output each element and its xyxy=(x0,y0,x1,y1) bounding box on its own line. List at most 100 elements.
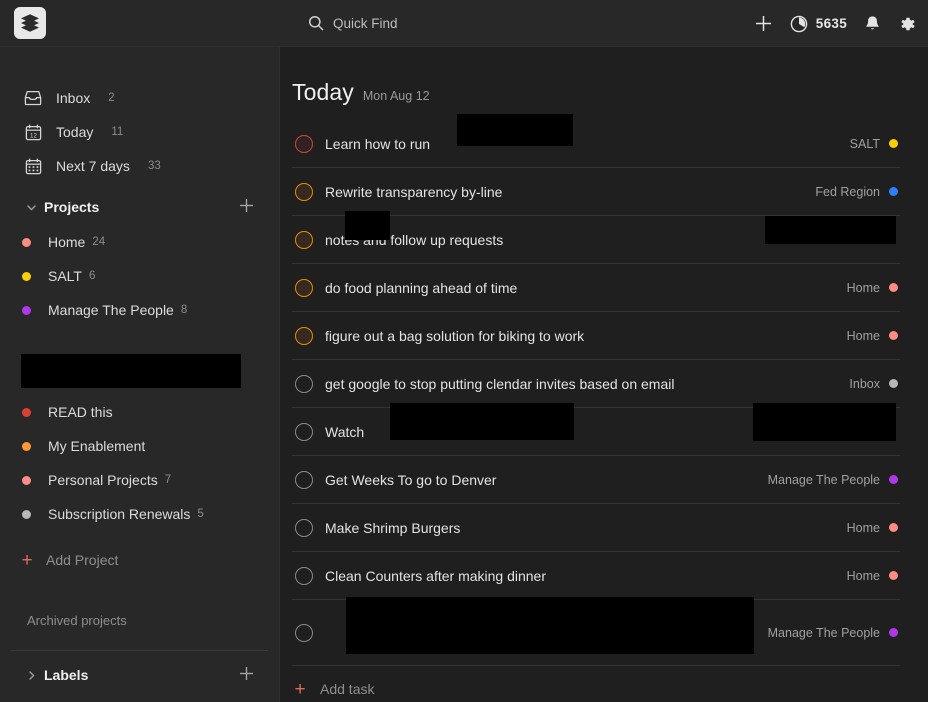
task-project-meta[interactable]: Manage The People xyxy=(768,473,900,487)
project-label: Personal Projects xyxy=(48,472,158,488)
task-checkbox[interactable] xyxy=(295,134,313,153)
bell-icon[interactable] xyxy=(864,15,881,33)
redaction-sidebar-project xyxy=(21,354,241,388)
karma-circle-icon xyxy=(790,15,808,33)
quick-find-input[interactable]: Quick Find xyxy=(308,15,398,31)
project-color-dot xyxy=(22,271,31,281)
add-task-button[interactable]: + Add task xyxy=(280,666,900,702)
task-checkbox[interactable] xyxy=(295,623,313,642)
task-project-color-dot xyxy=(889,187,898,196)
task-checkbox[interactable] xyxy=(295,374,313,393)
add-task-label: Add task xyxy=(320,681,375,697)
project-label: SALT xyxy=(48,268,82,284)
labels-section-title: Labels xyxy=(44,667,89,683)
task-project-meta[interactable]: Fed Region xyxy=(815,185,900,199)
archived-projects-link[interactable]: Archived projects xyxy=(0,605,279,635)
add-project-button[interactable]: + Add Project xyxy=(0,543,279,577)
sidebar-item-today[interactable]: 12 Today 11 xyxy=(0,115,279,149)
project-label: My Enablement xyxy=(48,438,146,454)
project-color-dot xyxy=(22,509,31,519)
task-checkbox[interactable] xyxy=(295,326,313,345)
task-project-color-dot xyxy=(889,283,898,292)
chevron-right-icon[interactable] xyxy=(18,669,44,682)
sidebar-project-item[interactable]: SALT 6 xyxy=(0,259,279,293)
sidebar-item-label: Today xyxy=(56,124,94,140)
task-checkbox[interactable] xyxy=(295,422,313,441)
task-row[interactable]: do food planning ahead of time Home xyxy=(292,264,900,312)
task-project-color-dot xyxy=(889,628,898,637)
task-project-color-dot xyxy=(889,523,898,532)
task-checkbox[interactable] xyxy=(295,230,313,249)
page-subtitle-date: Mon Aug 12 xyxy=(362,89,430,103)
task-project-meta[interactable]: Home xyxy=(847,329,900,343)
task-project-meta[interactable]: Home xyxy=(847,521,900,535)
redaction-task-3-prefix xyxy=(345,211,390,240)
plus-icon: + xyxy=(294,678,306,700)
task-title: figure out a bag solution for biking to … xyxy=(325,327,585,344)
search-icon xyxy=(308,15,324,31)
sidebar-project-item[interactable]: Manage The People 8 xyxy=(0,293,279,327)
archived-projects-label: Archived projects xyxy=(27,612,127,628)
projects-section-header[interactable]: Projects xyxy=(0,189,279,225)
task-row[interactable]: Clean Counters after making dinner Home xyxy=(292,552,900,600)
sidebar-item-inbox[interactable]: Inbox 2 xyxy=(0,81,279,115)
task-project-meta[interactable]: SALT xyxy=(850,137,900,151)
svg-text:12: 12 xyxy=(30,132,37,139)
plus-icon: + xyxy=(21,549,33,571)
sidebar-item-next-7-days[interactable]: Next 7 days 33 xyxy=(0,149,279,183)
add-project-label: Add Project xyxy=(46,552,119,568)
task-project-label: Home xyxy=(846,520,880,535)
task-project-meta[interactable]: Home xyxy=(847,569,900,583)
todoist-app-window: Quick Find 5635 Inbox 2 12 Today 11 Next… xyxy=(0,0,928,702)
task-project-color-dot xyxy=(889,475,898,484)
sidebar-project-item[interactable]: READ this xyxy=(0,395,279,429)
quick-find-label: Quick Find xyxy=(333,15,398,31)
task-checkbox[interactable] xyxy=(295,278,313,297)
task-row[interactable]: Rewrite transparency by-line Fed Region xyxy=(292,168,900,216)
todoist-logo-icon[interactable] xyxy=(14,7,46,39)
task-row[interactable]: get google to stop putting clendar invit… xyxy=(292,360,900,408)
plus-icon[interactable] xyxy=(754,14,773,33)
inbox-icon xyxy=(22,90,44,106)
task-project-label: SALT xyxy=(849,136,880,151)
add-project-plus-icon[interactable] xyxy=(236,195,257,220)
sidebar-item-label: Inbox xyxy=(56,90,91,106)
project-color-dot xyxy=(22,475,31,485)
task-project-color-dot xyxy=(889,571,898,580)
sidebar-project-item[interactable]: Home 24 xyxy=(0,225,279,259)
page-header: Today Mon Aug 12 xyxy=(280,47,900,120)
task-row[interactable]: Get Weeks To go to Denver Manage The Peop… xyxy=(292,456,900,504)
chevron-down-icon[interactable] xyxy=(18,201,44,214)
task-checkbox[interactable] xyxy=(295,470,313,489)
project-color-dot xyxy=(22,305,31,315)
calendar-week-icon xyxy=(22,158,44,175)
task-project-meta[interactable]: Home xyxy=(847,281,900,295)
sidebar-project-item[interactable]: Subscription Renewals 5 xyxy=(0,497,279,531)
task-row[interactable]: Learn how to run SALT xyxy=(292,120,900,168)
task-title: Rewrite transparency by-line xyxy=(325,183,503,200)
task-checkbox[interactable] xyxy=(295,566,313,585)
task-row[interactable]: Make Shrimp Burgers Home xyxy=(292,504,900,552)
sidebar-project-item[interactable]: Personal Projects 7 xyxy=(0,463,279,497)
labels-section-header[interactable]: Labels xyxy=(0,657,279,693)
task-project-label: Inbox xyxy=(849,376,880,391)
project-count: 5 xyxy=(197,508,204,520)
karma-button[interactable]: 5635 xyxy=(790,15,847,33)
task-checkbox[interactable] xyxy=(295,518,313,537)
calendar-day-icon: 12 xyxy=(22,124,44,141)
task-checkbox[interactable] xyxy=(295,182,313,201)
sidebar-item-label: Next 7 days xyxy=(56,158,130,174)
top-bar-actions: 5635 xyxy=(754,0,916,47)
gear-icon[interactable] xyxy=(898,15,916,33)
project-color-dot xyxy=(22,407,31,417)
task-row[interactable]: figure out a bag solution for biking to … xyxy=(292,312,900,360)
task-title: Get Weeks To go to Denver xyxy=(325,471,497,488)
task-project-label: Manage The People xyxy=(767,472,880,487)
task-title: get google to stop putting clendar invit… xyxy=(325,375,675,392)
project-label: Home xyxy=(48,234,86,250)
task-project-meta[interactable]: Inbox xyxy=(849,377,900,391)
task-project-meta[interactable]: Manage The People xyxy=(768,626,900,640)
sidebar-project-item[interactable]: My Enablement xyxy=(0,429,279,463)
top-bar: Quick Find 5635 xyxy=(0,0,928,47)
add-label-plus-icon[interactable] xyxy=(236,663,257,688)
